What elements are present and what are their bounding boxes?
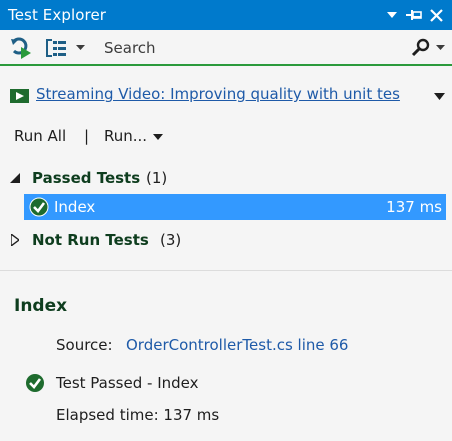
test-row-index[interactable]: Index 137 ms xyxy=(24,194,446,220)
passed-check-icon xyxy=(24,372,46,394)
collapsed-arrow-icon[interactable] xyxy=(10,233,20,247)
group-passed-tests[interactable]: Passed Tests (1) xyxy=(0,166,452,190)
detail-test-title: Index xyxy=(14,296,68,316)
close-icon[interactable] xyxy=(428,7,444,23)
title-bar: Test Explorer xyxy=(0,0,452,30)
window-controls xyxy=(384,0,444,30)
playlist-dropdown-icon[interactable] xyxy=(432,91,446,101)
video-play-icon xyxy=(10,88,30,104)
pane-splitter[interactable] xyxy=(0,270,452,271)
group-label: Passed Tests xyxy=(32,169,141,187)
search-icon[interactable] xyxy=(410,36,432,60)
passed-check-icon xyxy=(29,197,49,217)
detail-result-text: Test Passed - Index xyxy=(56,374,199,392)
run-separator: | xyxy=(84,127,90,145)
test-name: Index xyxy=(54,198,96,216)
pin-icon[interactable] xyxy=(406,7,422,23)
detail-source-link[interactable]: OrderControllerTest.cs line 66 xyxy=(126,336,348,354)
playlist-row: Streaming Video: Improving quality with … xyxy=(0,84,452,108)
toolbar xyxy=(0,30,452,66)
detail-source-label: Source: xyxy=(56,336,113,354)
run-bar: Run All | Run... xyxy=(0,124,452,148)
group-label: Not Run Tests xyxy=(32,231,149,249)
dropdown-icon[interactable] xyxy=(384,7,400,23)
group-by-dropdown-icon[interactable] xyxy=(74,42,86,54)
group-count: (1) xyxy=(146,169,168,187)
group-count: (3) xyxy=(160,231,182,249)
run-all-link[interactable]: Run All xyxy=(14,127,66,145)
run-tests-icon[interactable] xyxy=(8,36,36,60)
run-menu-dropdown-icon[interactable] xyxy=(152,133,164,141)
streaming-video-link[interactable]: Streaming Video: Improving quality with … xyxy=(36,85,426,103)
search-options-dropdown-icon[interactable] xyxy=(434,42,446,54)
run-menu-link[interactable]: Run... xyxy=(104,127,147,145)
test-duration: 137 ms xyxy=(386,198,442,216)
expanded-arrow-icon[interactable] xyxy=(9,172,21,184)
detail-elapsed-time: Elapsed time: 137 ms xyxy=(56,406,220,424)
group-by-icon[interactable] xyxy=(44,36,68,60)
search-input[interactable] xyxy=(104,34,394,62)
group-not-run-tests[interactable]: Not Run Tests (3) xyxy=(0,228,452,252)
window-title: Test Explorer xyxy=(8,6,107,24)
toolbar-accent-line xyxy=(0,64,452,66)
